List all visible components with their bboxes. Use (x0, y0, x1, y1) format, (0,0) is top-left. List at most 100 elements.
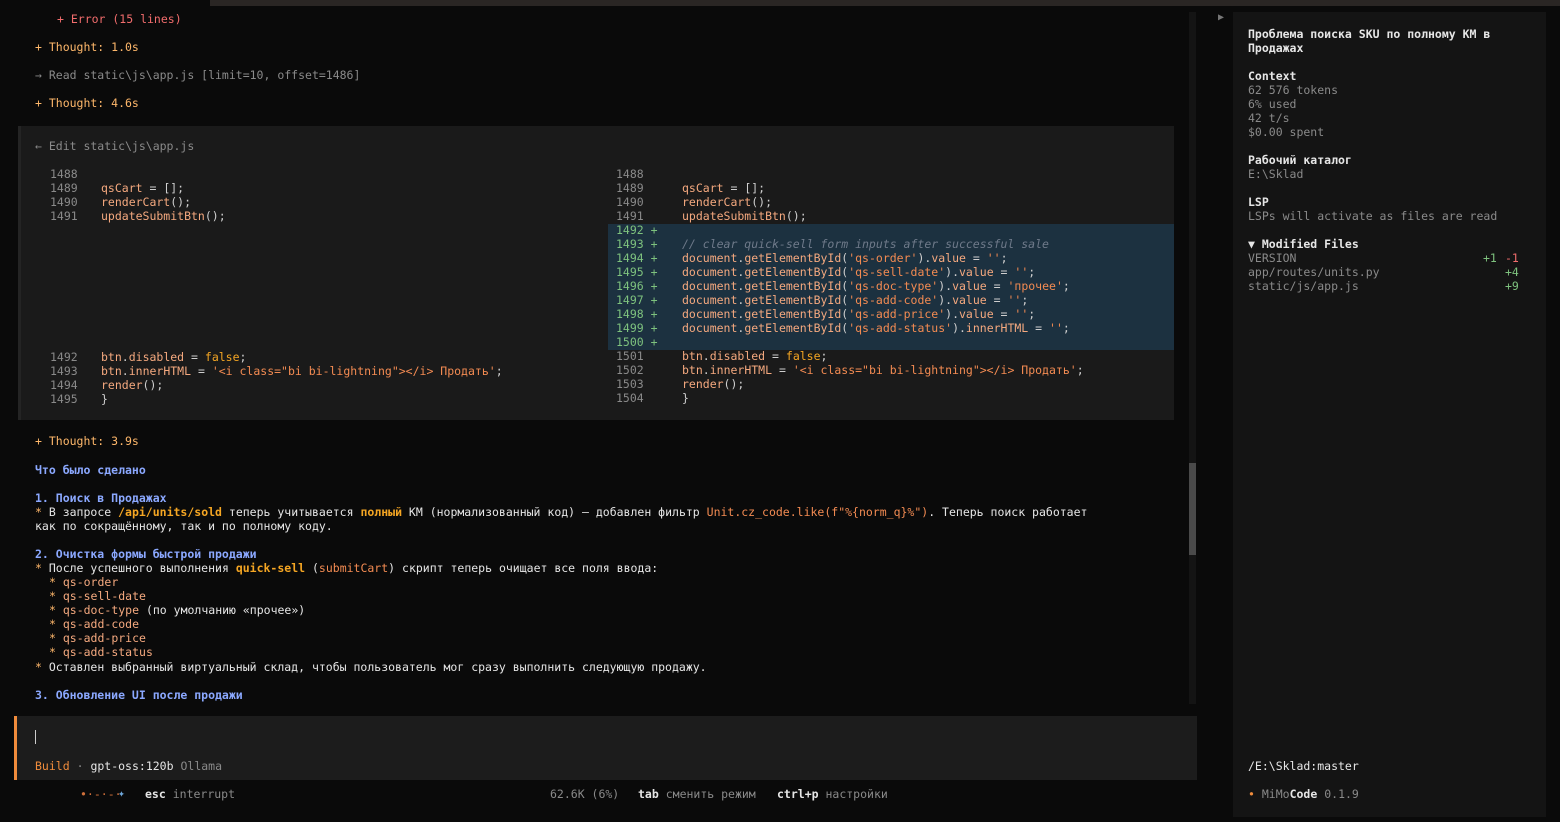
code-text: btn.disabled = false; (682, 349, 828, 363)
scrollbar-thumb[interactable] (1189, 463, 1196, 555)
emphasis: полный (360, 505, 402, 519)
section-text: * После успешного выполнения quick-sell … (35, 561, 658, 575)
diff-line: 1494 render(); (50, 378, 163, 392)
section-text: как по сокращённому, так и по полному ко… (35, 519, 333, 533)
esc-key: esc (145, 787, 166, 801)
line-number: 1489 (50, 181, 78, 195)
esc-label: interrupt (172, 787, 236, 801)
code-text: document.getElementById('qs-order').valu… (682, 251, 1008, 265)
text: Оставлен выбранный виртуальный склад, чт… (41, 660, 707, 674)
context-spent: $0.00 spent (1248, 125, 1325, 139)
workdir-path: E:\Sklad (1248, 167, 1304, 181)
line-number: 1499 + (616, 321, 658, 335)
additions-count: +1 (1483, 251, 1497, 265)
field-name: qs-add-code (62, 617, 140, 631)
bullet: * (35, 561, 42, 575)
diff-line: 1504} (616, 391, 689, 405)
field-name: qs-doc-type (62, 603, 140, 617)
diff-line-added: 1500 + (616, 335, 658, 349)
section-text: * В запросе /api/units/sold теперь учиты… (35, 505, 1087, 519)
line-number: 1491 (50, 209, 78, 223)
section-title: 2. Очистка формы быстрой продажи (35, 547, 257, 561)
modified-file[interactable]: VERSION (1248, 251, 1296, 265)
line-number: 1495 (50, 392, 78, 406)
diff-line: 1502 btn.innerHTML = '<i class="bi bi-lig… (616, 363, 1084, 377)
title-strip (210, 0, 1560, 6)
session-title: Проблема поиска SKU по полному КМ в (1248, 27, 1491, 41)
line-number: 1488 (50, 167, 78, 181)
text: . Теперь поиск работает (928, 505, 1088, 519)
line-number: 1490 (50, 195, 78, 209)
code-text: qsCart = []; (682, 181, 766, 195)
context-label: Context (1248, 69, 1297, 83)
code-span: Unit.cz_code.like(f"%{norm_q}%") (706, 505, 929, 519)
line-number: 1490 (616, 195, 644, 209)
tab-key: tab (638, 787, 659, 801)
diff-line-added: 1499 + document.getElementById('qs-add-st… (616, 321, 1070, 335)
ctrl-label: настройки (825, 787, 888, 801)
line-number: 1493 + (616, 237, 658, 251)
line-number: 1501 (616, 349, 644, 363)
modified-files-toggle[interactable]: ▼ Modified Files (1248, 237, 1359, 251)
code-text: render(); (101, 378, 164, 392)
diff-line-added: 1497 + document.getElementById('qs-add-co… (616, 293, 1028, 307)
bullet: * (49, 631, 63, 645)
diff-line: 1495} (50, 392, 108, 406)
ctrl-key: ctrl+p (777, 787, 819, 801)
code-span: submitCart (318, 561, 389, 575)
code-text: renderCart(); (682, 195, 773, 209)
code-text: updateSubmitBtn(); (682, 209, 807, 223)
git-branch: /E:\Sklad:master (1248, 759, 1359, 773)
modified-file[interactable]: app/routes/units.py (1248, 265, 1380, 279)
read-tool-line: → Read static\js\app.js [limit=10, offse… (35, 68, 361, 82)
line-number: 1494 + (616, 251, 658, 265)
bullet: * (49, 589, 63, 603)
code-text: renderCart(); (101, 195, 192, 209)
deletions-count: -1 (1505, 251, 1519, 265)
field-name: qs-add-status (62, 645, 153, 659)
sidebar-toggle-icon[interactable]: ▶ (1218, 12, 1224, 23)
settings-hint[interactable]: ctrl+p настройки (777, 787, 888, 801)
code-text: // clear quick-sell form inputs after su… (682, 237, 1049, 251)
line-number: 1498 + (616, 307, 658, 321)
diff-line-added: 1495 + document.getElementById('qs-sell-d… (616, 265, 1035, 279)
diff-header: ← Edit static\js\app.js (35, 139, 195, 153)
line-number: 1489 (616, 181, 644, 195)
list-item: * qs-sell-date (49, 589, 146, 603)
brand-name-b: Code (1289, 787, 1318, 801)
sparkle-icon: ✦ (118, 786, 125, 800)
model-line[interactable]: Build · gpt-oss:120b Ollama (35, 759, 222, 773)
text: ) скрипт теперь очищает все поля ввода: (388, 561, 659, 575)
code-text: document.getElementById('qs-add-status')… (682, 321, 1070, 335)
mode-accent-bar (14, 716, 17, 780)
line-number: 1495 + (616, 265, 658, 279)
line-number: 1502 (616, 363, 644, 377)
additions-count: +4 (1505, 265, 1519, 279)
lsp-text: LSPs will activate as files are read (1248, 209, 1498, 223)
code-text: btn.innerHTML = '<i class="bi bi-lightni… (101, 364, 503, 378)
thought-line[interactable]: + Thought: 3.9s (35, 434, 139, 448)
diff-line: 1491 updateSubmitBtn(); (616, 209, 807, 223)
model-name[interactable]: gpt-oss:120b (90, 759, 173, 773)
diff-line-added: 1493 + // clear quick-sell form inputs af… (616, 237, 1049, 251)
separator: · (76, 759, 84, 773)
diff-line: 1503 render(); (616, 377, 744, 391)
interrupt-hint[interactable]: esc interrupt (145, 787, 235, 801)
thought-line[interactable]: + Thought: 4.6s (35, 96, 139, 110)
line-number: 1503 (616, 377, 644, 391)
line-number: 1493 (50, 364, 78, 378)
context-used: 6% used (1248, 97, 1297, 111)
brand: • MiMoCode 0.1.9 (1248, 787, 1359, 801)
context-tokens: 62 576 tokens (1248, 83, 1339, 97)
app-version: 0.1.9 (1324, 787, 1359, 801)
diff-line: 1490 renderCart(); (616, 195, 772, 209)
modified-file[interactable]: static/js/app.js (1248, 279, 1359, 293)
error-line[interactable]: + Error (15 lines) (57, 12, 182, 26)
section-text: * Оставлен выбранный виртуальный склад, … (35, 660, 707, 674)
scrollbar-track[interactable] (1189, 12, 1196, 704)
thought-line[interactable]: + Thought: 1.0s (35, 40, 139, 54)
mode-label[interactable]: Build (35, 759, 70, 773)
field-name: qs-order (62, 575, 119, 589)
tab-hint[interactable]: tab сменить режим (638, 787, 756, 801)
line-number: 1494 (50, 378, 78, 392)
